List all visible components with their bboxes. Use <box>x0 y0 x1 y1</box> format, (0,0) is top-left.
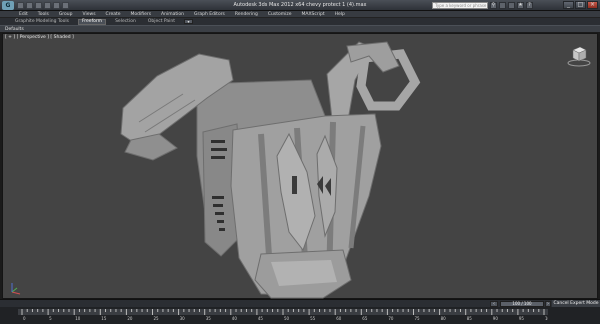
axis-tripod-icon <box>11 283 21 295</box>
search-input[interactable]: Type a keyword or phrase <box>432 2 488 9</box>
ruler-tick-label: 95 <box>519 316 525 321</box>
menu-animation[interactable]: Animation <box>161 12 184 17</box>
communication-center-icon[interactable] <box>508 2 515 9</box>
ruler-tick-label: 90 <box>493 316 499 321</box>
ruler-tick-label: 20 <box>127 316 133 321</box>
ribbon-panel: Defaults <box>0 25 600 33</box>
ruler-tick-label: 30 <box>180 316 186 321</box>
time-slider-bar: ‹ 100 / 100 › Cancel Expert Mode <box>0 299 600 308</box>
viewcube-icon[interactable] <box>566 44 592 68</box>
ruler-tick-label: 50 <box>284 316 290 321</box>
menu-customize[interactable]: Customize <box>268 12 292 17</box>
ruler-tick-label: 55 <box>310 316 316 321</box>
ruler-tick-label: 40 <box>232 316 238 321</box>
menu-graph-editors[interactable]: Graph Editors <box>194 12 225 17</box>
ruler-tick-label: 15 <box>101 316 107 321</box>
close-button[interactable]: × <box>587 1 598 9</box>
menu-modifiers[interactable]: Modifiers <box>131 12 152 17</box>
menu-tools[interactable]: Tools <box>38 12 49 17</box>
ruler-tick-label: 35 <box>206 316 212 321</box>
ruler-tick-label: 60 <box>336 316 342 321</box>
menu-maxscript[interactable]: MAXScript <box>302 12 325 17</box>
title-bar: G Autodesk 3ds Max 2012 x64 chevy protec… <box>0 0 600 11</box>
perspective-viewport[interactable]: [ + ] [ Perspective ] [ Shaded ] <box>2 33 598 299</box>
ruler-tick-label: 0 <box>23 316 26 321</box>
minimize-button[interactable]: _ <box>563 1 574 9</box>
search-icon[interactable]: ⚲ <box>490 2 497 9</box>
menu-bar: Edit Tools Group Views Create Modifiers … <box>0 11 600 18</box>
menu-help[interactable]: Help <box>335 12 345 17</box>
maximize-button[interactable]: □ <box>575 1 586 9</box>
window-controls: _ □ × <box>563 1 598 9</box>
ruler-tick-label: 25 <box>154 316 160 321</box>
ruler-tick-label: 70 <box>388 316 394 321</box>
menu-create[interactable]: Create <box>106 12 121 17</box>
menu-views[interactable]: Views <box>83 12 96 17</box>
tab-graphite-modeling-tools[interactable]: Graphite Modeling Tools <box>12 19 72 25</box>
viewport-label-menu[interactable]: [ + ] [ Perspective ] [ Shaded ] <box>5 35 74 40</box>
menu-edit[interactable]: Edit <box>19 12 28 17</box>
ribbon-minimize-toggle[interactable]: ▾ <box>184 19 194 24</box>
track-bar[interactable]: 0 5 10 15 20 25 30 35 40 45 50 55 60 65 70 75 80 85 90 95 10… <box>0 307 600 324</box>
help-icon[interactable]: ? <box>526 2 533 9</box>
ribbon-tabs: Graphite Modeling Tools Freeform Selecti… <box>0 18 600 25</box>
menu-group[interactable]: Group <box>59 12 73 17</box>
ruler-tick-label: 10 <box>75 316 81 321</box>
subscription-icon[interactable] <box>499 2 506 9</box>
tab-selection[interactable]: Selection <box>112 19 139 25</box>
tab-freeform[interactable]: Freeform <box>78 18 107 25</box>
tab-object-paint[interactable]: Object Paint <box>145 19 178 25</box>
ruler-tick-label: 45 <box>258 316 264 321</box>
ruler-tick-label: 5 <box>49 316 52 321</box>
ruler-tick-label: 65 <box>362 316 368 321</box>
frame-ruler[interactable]: 0 5 10 15 20 25 30 35 40 45 50 55 60 65 70 75 80 85 90 95 10… <box>18 307 548 324</box>
armor-model[interactable] <box>111 36 451 300</box>
ribbon-panel-label: Defaults <box>5 27 24 32</box>
ruler-tick-label: 80 <box>441 316 447 321</box>
ruler-tick-label: 85 <box>467 316 473 321</box>
ruler-tick-label: 75 <box>415 316 421 321</box>
ruler-tick-label: 100 <box>545 316 548 321</box>
favorites-star-icon[interactable]: ★ <box>517 2 524 9</box>
menu-rendering[interactable]: Rendering <box>235 12 258 17</box>
